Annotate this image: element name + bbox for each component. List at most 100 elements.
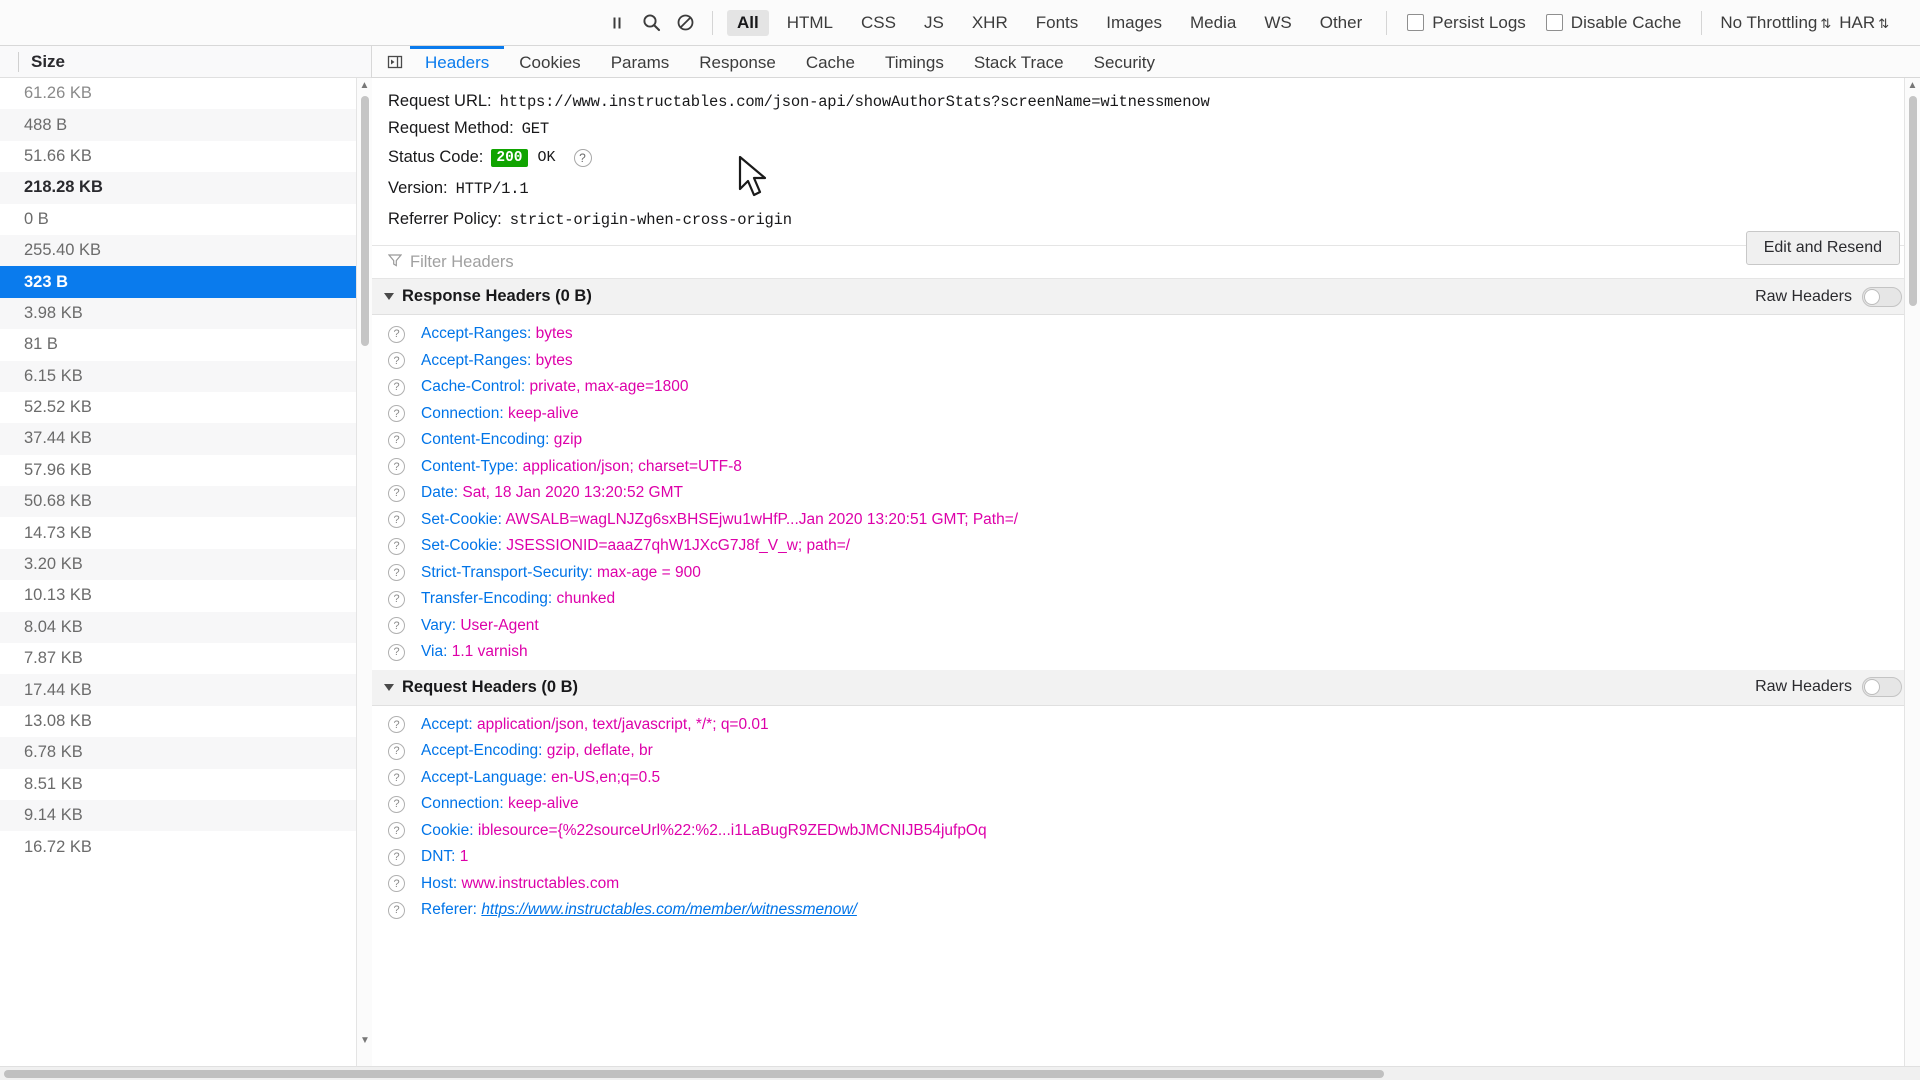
horizontal-scrollbar[interactable] — [0, 1066, 1920, 1080]
request-row-size[interactable]: 8.04 KB — [0, 611, 371, 644]
request-raw-headers-toggle[interactable] — [1862, 677, 1902, 697]
status-help-icon[interactable]: ? — [573, 148, 592, 167]
header-help-icon[interactable]: ? — [388, 875, 405, 893]
response-header-row[interactable]: ? Content-Encoding: gzip — [372, 427, 1920, 454]
request-row-size[interactable]: 0 B — [0, 204, 371, 235]
details-scrollbar[interactable]: ▲ — [1904, 78, 1920, 1080]
response-header-row[interactable]: ? Accept-Ranges: bytes — [372, 321, 1920, 348]
filter-all[interactable]: All — [727, 9, 769, 36]
throttling-select[interactable]: No Throttling ⇅ — [1720, 13, 1831, 33]
header-help-icon[interactable]: ? — [388, 617, 405, 635]
response-header-row[interactable]: ? Cache-Control: private, max-age=1800 — [372, 374, 1920, 401]
request-row-size[interactable]: 14.73 KB — [0, 517, 371, 548]
filter-xhr[interactable]: XHR — [962, 10, 1018, 36]
request-header-row[interactable]: ? Accept-Language: en-US,en;q=0.5 — [372, 765, 1920, 792]
request-header-row[interactable]: ? Accept: application/json, text/javascri… — [372, 712, 1920, 739]
scroll-down-arrow-icon[interactable]: ▼ — [357, 1035, 373, 1046]
header-help-icon[interactable]: ? — [388, 643, 405, 661]
response-header-row[interactable]: ? Strict-Transport-Security: max-age = 90… — [372, 560, 1920, 587]
request-header-row[interactable]: ? Referer: https://www.instructables.com/… — [372, 897, 1920, 924]
request-url-value[interactable]: https://www.instructables.com/json-api/s… — [500, 93, 1210, 111]
filter-css[interactable]: CSS — [851, 10, 906, 36]
request-row-size[interactable]: 323 B — [0, 266, 371, 298]
response-header-row[interactable]: ? Set-Cookie: JSESSIONID=aaaZ7qhW1JXcG7J8… — [372, 533, 1920, 560]
tab-headers[interactable]: Headers — [410, 46, 505, 77]
request-row-size[interactable]: 51.66 KB — [0, 141, 371, 172]
filter-media[interactable]: Media — [1180, 10, 1246, 36]
filter-other[interactable]: Other — [1310, 10, 1373, 36]
request-row-size[interactable]: 57.96 KB — [0, 455, 371, 486]
filter-images[interactable]: Images — [1096, 10, 1172, 36]
tab-cache[interactable]: Cache — [791, 46, 870, 77]
tab-security[interactable]: Security — [1079, 46, 1170, 77]
filter-fonts[interactable]: Fonts — [1026, 10, 1089, 36]
column-header-size[interactable]: Size — [18, 51, 65, 72]
twisty-open-icon[interactable] — [384, 293, 394, 300]
request-row-size[interactable]: 17.44 KB — [0, 674, 371, 706]
request-twisty-open-icon[interactable] — [384, 683, 394, 691]
request-row-size[interactable]: 9.14 KB — [0, 799, 371, 832]
header-help-icon[interactable]: ? — [388, 431, 405, 449]
scroll-up-arrow-icon[interactable]: ▲ — [357, 80, 372, 91]
horizontal-scroll-thumb[interactable] — [4, 1070, 1384, 1078]
header-help-icon[interactable]: ? — [388, 325, 405, 343]
request-row-size[interactable]: 3.98 KB — [0, 297, 371, 330]
request-header-row[interactable]: ? Accept-Encoding: gzip, deflate, br — [372, 738, 1920, 765]
request-header-row[interactable]: ? DNT: 1 — [372, 844, 1920, 871]
header-help-icon[interactable]: ? — [388, 848, 405, 866]
response-header-row[interactable]: ? Via: 1.1 varnish — [372, 639, 1920, 666]
header-help-icon[interactable]: ? — [388, 511, 405, 529]
response-header-row[interactable]: ? Vary: User-Agent — [372, 613, 1920, 640]
response-header-row[interactable]: ? Connection: keep-alive — [372, 401, 1920, 428]
tab-timings[interactable]: Timings — [870, 46, 959, 77]
tab-params[interactable]: Params — [596, 46, 685, 77]
request-row-size[interactable]: 10.13 KB — [0, 580, 371, 611]
request-row-size[interactable]: 8.51 KB — [0, 769, 371, 800]
request-raw-headers-control[interactable]: Raw Headers — [1755, 677, 1902, 697]
response-raw-headers-toggle[interactable] — [1862, 286, 1902, 307]
filter-html[interactable]: HTML — [777, 10, 843, 36]
search-icon[interactable] — [634, 8, 668, 38]
request-header-row[interactable]: ? Cookie: iblesource={%22sourceUrl%22:%2.… — [372, 818, 1920, 845]
request-row-size[interactable]: 16.72 KB — [0, 831, 371, 862]
header-help-icon[interactable]: ? — [388, 537, 405, 555]
request-row-size[interactable]: 7.87 KB — [0, 643, 371, 674]
header-help-icon[interactable]: ? — [388, 378, 405, 396]
tab-cookies[interactable]: Cookies — [504, 46, 595, 77]
response-header-row[interactable]: ? Content-Type: application/json; charset… — [372, 454, 1920, 481]
request-row-size[interactable]: 3.20 KB — [0, 548, 371, 581]
request-row-size[interactable]: 255.40 KB — [0, 234, 371, 267]
response-headers-section-header[interactable]: Response Headers (0 B) Raw Headers — [372, 279, 1920, 315]
persist-logs-checkbox[interactable]: Persist Logs — [1407, 13, 1526, 33]
header-help-icon[interactable]: ? — [388, 742, 405, 760]
request-row-size[interactable]: 6.78 KB — [0, 737, 371, 769]
header-help-icon[interactable]: ? — [388, 795, 405, 813]
request-row-size[interactable]: 218.28 KB — [0, 172, 371, 204]
disable-cache-checkbox[interactable]: Disable Cache — [1545, 13, 1681, 33]
request-row-size[interactable]: 37.44 KB — [0, 423, 371, 455]
filter-headers-bar[interactable]: Filter Headers — [372, 245, 1920, 279]
response-raw-headers-control[interactable]: Raw Headers — [1755, 286, 1902, 307]
header-help-icon[interactable]: ? — [388, 458, 405, 476]
request-row-size[interactable]: 50.68 KB — [0, 486, 371, 518]
response-header-row[interactable]: ? Set-Cookie: AWSALB=wagLNJZg6sxBHSEjwu1w… — [372, 507, 1920, 534]
clear-requests-icon[interactable] — [668, 8, 702, 38]
tab-stack-trace[interactable]: Stack Trace — [959, 46, 1079, 77]
header-help-icon[interactable]: ? — [388, 352, 405, 370]
header-help-icon[interactable]: ? — [388, 769, 405, 787]
details-scroll-up-arrow-icon[interactable]: ▲ — [1905, 80, 1920, 91]
request-headers-section-header[interactable]: Request Headers (0 B) Raw Headers — [372, 669, 1920, 706]
request-row-size[interactable]: 488 B — [0, 109, 371, 141]
request-row-size[interactable]: 52.52 KB — [0, 392, 371, 423]
panel-toggle-icon[interactable] — [380, 46, 410, 77]
details-scroll-thumb[interactable] — [1909, 96, 1917, 306]
request-list-scrollbar[interactable]: ▲ ▼ — [356, 78, 372, 1080]
header-help-icon[interactable]: ? — [388, 564, 405, 582]
header-help-icon[interactable]: ? — [388, 901, 405, 919]
request-header-row[interactable]: ? Host: www.instructables.com — [372, 871, 1920, 898]
request-list-scroll-thumb[interactable] — [361, 96, 369, 346]
header-help-icon[interactable]: ? — [388, 484, 405, 502]
tab-response[interactable]: Response — [684, 46, 791, 77]
filter-ws[interactable]: WS — [1254, 10, 1301, 36]
request-row-size[interactable]: 61.26 KB — [0, 78, 371, 109]
